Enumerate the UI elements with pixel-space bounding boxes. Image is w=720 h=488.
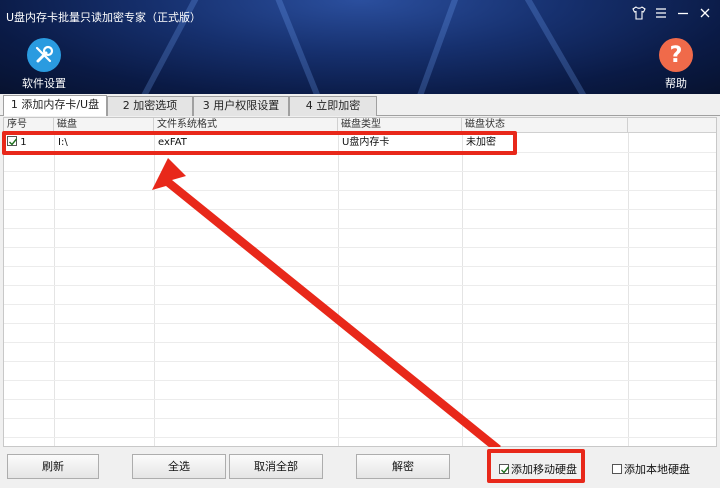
select-all-button[interactable]: 全选 bbox=[132, 454, 226, 479]
add-removable-option[interactable]: 添加移动硬盘 bbox=[499, 461, 577, 477]
decrypt-button[interactable]: 解密 bbox=[356, 454, 450, 479]
add-local-option[interactable]: 添加本地硬盘 bbox=[612, 461, 690, 477]
add-local-label: 添加本地硬盘 bbox=[624, 463, 690, 476]
annotation-arrow bbox=[152, 158, 501, 452]
action-bar: 刷新 全选 取消全部 解密 添加移动硬盘 添加本地硬盘 bbox=[0, 447, 720, 488]
refresh-button[interactable]: 刷新 bbox=[7, 454, 99, 479]
add-local-checkbox[interactable] bbox=[612, 464, 622, 474]
deselect-all-button[interactable]: 取消全部 bbox=[229, 454, 323, 479]
add-removable-label: 添加移动硬盘 bbox=[511, 463, 577, 476]
add-removable-checkbox[interactable] bbox=[499, 464, 510, 474]
